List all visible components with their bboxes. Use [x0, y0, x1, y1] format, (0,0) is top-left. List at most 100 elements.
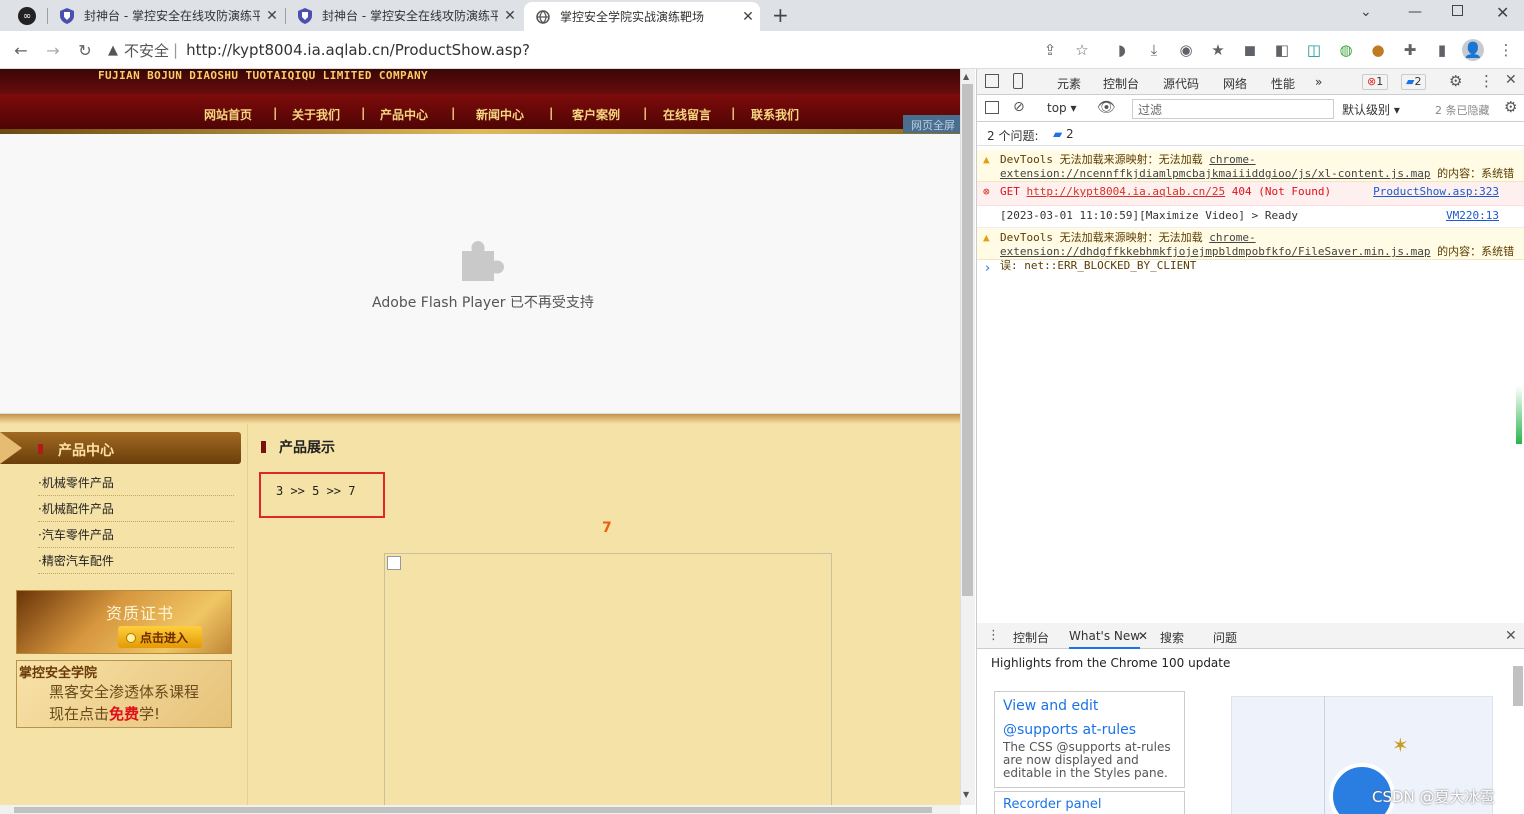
avatar-icon[interactable]: 👤: [1462, 39, 1484, 61]
hidden-count: 2 条已隐藏: [1435, 104, 1490, 117]
context-selector[interactable]: top ▾: [1047, 101, 1077, 115]
nav-home[interactable]: 网站首页: [204, 106, 252, 123]
share-icon[interactable]: ⇪: [1040, 40, 1060, 60]
close-devtools-icon[interactable]: ✕: [1505, 72, 1517, 88]
sidebar-item-mech-parts[interactable]: ·机械零件产品: [38, 470, 234, 496]
bookmark-star-icon[interactable]: ☆: [1072, 40, 1092, 60]
error-count-badge[interactable]: ⊗1: [1362, 74, 1389, 90]
message-count-badge[interactable]: ▰2: [1401, 74, 1427, 90]
nav-message[interactable]: 在线留言: [663, 106, 711, 123]
globe-icon: [535, 9, 551, 25]
console-settings-gear-icon[interactable]: ⚙: [1504, 98, 1517, 116]
extension-icon-4[interactable]: ◼: [1240, 40, 1260, 60]
warning-icon: ▲: [983, 231, 990, 244]
certificate-title: 资质证书: [106, 604, 175, 623]
tab-3-close-icon[interactable]: ✕: [736, 9, 760, 25]
cookie-icon[interactable]: ●: [1368, 40, 1388, 60]
forward-icon[interactable]: →: [40, 37, 66, 63]
sidebar-item-auto-parts[interactable]: ·汽车零件产品: [38, 522, 234, 548]
sidebar-item-precision-auto[interactable]: ·精密汽车配件: [38, 548, 234, 574]
scroll-up-arrow-icon[interactable]: ▲: [963, 72, 969, 81]
tab-2-close-icon[interactable]: ✕: [498, 8, 522, 24]
drawer-tab-search[interactable]: 搜索: [1160, 629, 1184, 646]
url-text[interactable]: http://kypt8004.ia.aqlab.cn/ProductShow.…: [186, 41, 530, 59]
extension-icon-6[interactable]: ◫: [1304, 40, 1324, 60]
nav-about[interactable]: 关于我们: [292, 106, 340, 123]
drawer-tab-whats-new[interactable]: What's New: [1069, 629, 1141, 649]
sidebar-toggle-icon[interactable]: [985, 101, 999, 114]
extension-icon-1[interactable]: ◗: [1112, 40, 1132, 60]
download-icon[interactable]: ⤓: [1144, 40, 1164, 60]
issues-count: 2: [1066, 127, 1074, 141]
console-error-1-link[interactable]: http://kypt8004.ia.aqlab.cn/25: [1027, 185, 1226, 198]
tab-3-title: 掌控安全学院实战演练靶场: [560, 10, 705, 24]
sidebar-item-mech-accessories[interactable]: ·机械配件产品: [38, 496, 234, 522]
page-vertical-scroll-thumb[interactable]: [962, 84, 973, 596]
scroll-down-arrow-icon[interactable]: ▼: [963, 790, 969, 799]
maximize-icon[interactable]: [1452, 5, 1463, 16]
drawer-menu-icon[interactable]: ⋮: [987, 628, 1000, 643]
feature-card-supports-desc: The CSS @supports at-rules are now displ…: [1003, 740, 1171, 780]
devtools-menu-icon[interactable]: ⋮: [1479, 72, 1494, 90]
extension-icon-3[interactable]: ★: [1208, 40, 1228, 60]
minimize-icon[interactable]: —: [1408, 4, 1422, 20]
nav-separator: |: [361, 106, 366, 120]
tab-search-icon[interactable]: ∞: [18, 7, 36, 25]
nav-products[interactable]: 产品中心: [380, 106, 428, 123]
extension-icon-2[interactable]: ◉: [1176, 40, 1196, 60]
certificate-enter-button[interactable]: 点击进入: [118, 626, 202, 648]
extension-icon-5[interactable]: ◧: [1272, 40, 1292, 60]
devtools-tab-elements[interactable]: 元素: [1057, 75, 1081, 92]
feature-card-recorder-title[interactable]: Recorder panel: [1003, 797, 1101, 812]
tab-2[interactable]: 封神台 - 掌控安全在线攻防演练平台 ✕: [286, 0, 522, 31]
fullscreen-label[interactable]: 网页全屏: [903, 115, 960, 133]
close-drawer-icon[interactable]: ✕: [1505, 628, 1517, 644]
tab-1[interactable]: 封神台 - 掌控安全在线攻防演练平台 ✕: [48, 0, 284, 31]
log-level-selector[interactable]: 默认级别 ▾: [1342, 101, 1400, 118]
puzzle-icon[interactable]: ✚: [1400, 40, 1420, 60]
inspect-element-icon[interactable]: [985, 74, 999, 88]
nav-contact[interactable]: 联系我们: [751, 106, 799, 123]
settings-gear-icon[interactable]: ⚙: [1449, 72, 1462, 90]
security-label[interactable]: 不安全: [124, 40, 169, 61]
page-horizontal-scroll-thumb[interactable]: [14, 807, 932, 813]
devtools-scroll-indicator[interactable]: [1516, 386, 1522, 444]
close-window-icon[interactable]: ✕: [1496, 3, 1509, 22]
drawer-tab-console[interactable]: 控制台: [1013, 629, 1049, 646]
devtools-tab-network[interactable]: 网络: [1223, 75, 1247, 92]
devtools-tab-sources[interactable]: 源代码: [1163, 75, 1199, 92]
drawer-tab-issues[interactable]: 问题: [1213, 629, 1237, 646]
new-tab-icon[interactable]: +: [772, 3, 789, 27]
log-level-value: 默认级别: [1342, 103, 1391, 117]
console-error-1-source[interactable]: ProductShow.asp:323: [1373, 185, 1499, 199]
menu-kebab-icon[interactable]: ⋮: [1496, 40, 1516, 60]
extension-icon-7[interactable]: ◍: [1336, 40, 1356, 60]
console-warning-1: ▲ DevTools 无法加载来源映射：无法加载 chrome-extensio…: [977, 150, 1524, 194]
console-filter-input[interactable]: 过滤: [1132, 99, 1334, 119]
nav-separator: |: [273, 106, 278, 120]
feature-card-supports-title[interactable]: View and edit @supports at-rules: [1003, 694, 1173, 742]
drawer-scroll-thumb[interactable]: [1513, 666, 1523, 706]
nav-news[interactable]: 新闻中心: [476, 106, 524, 123]
drawer-tab-close-icon[interactable]: ✕: [1138, 629, 1148, 643]
back-icon[interactable]: ←: [8, 37, 34, 63]
broken-image-icon: [387, 556, 401, 570]
console-prompt[interactable]: ›: [985, 261, 990, 276]
issues-bar[interactable]: 2 个问题: ▰ 2: [977, 123, 1524, 146]
tab-list-chevron-icon[interactable]: ⌄: [1360, 4, 1372, 20]
live-expression-eye-icon[interactable]: 👁: [1097, 98, 1116, 116]
device-toggle-icon[interactable]: [1013, 73, 1023, 89]
tab-1-close-icon[interactable]: ✕: [260, 8, 284, 24]
devtools-tab-performance[interactable]: 性能: [1271, 75, 1295, 92]
side-panel-icon[interactable]: ▮: [1432, 40, 1452, 60]
clear-console-icon[interactable]: ⊘: [1013, 99, 1025, 115]
nav-cases[interactable]: 客户案例: [572, 106, 620, 123]
error-icon: ⊗: [983, 185, 990, 198]
console-info-1-source[interactable]: VM220:13: [1446, 209, 1499, 223]
certificate-enter-label: 点击进入: [140, 631, 189, 645]
tab-3-active[interactable]: 掌控安全学院实战演练靶场 ✕: [524, 2, 760, 31]
reload-icon[interactable]: ↻: [72, 37, 98, 63]
omnibox[interactable]: ▲ 不安全 | http://kypt8004.ia.aqlab.cn/Prod…: [108, 36, 1028, 64]
devtools-more-tabs[interactable]: »: [1315, 75, 1322, 89]
warning-triangle-icon[interactable]: ▲: [108, 43, 118, 58]
